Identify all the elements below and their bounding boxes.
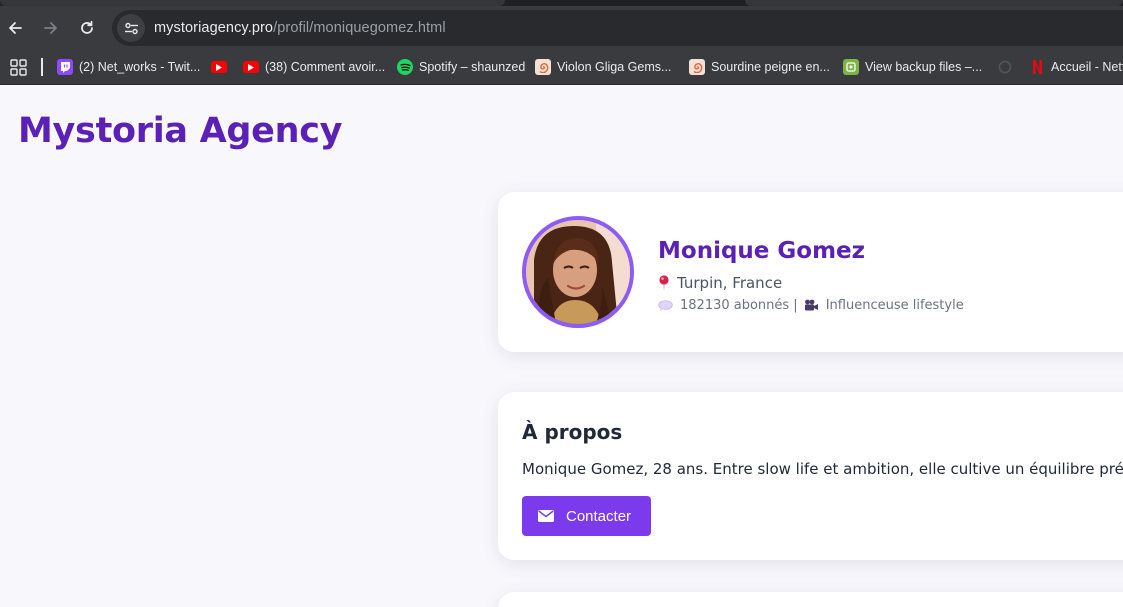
bookmark-spotify[interactable]: Spotify – shaunzed — [397, 56, 525, 78]
bookmark-youtube-video[interactable]: (38) Comment avoir... — [243, 56, 385, 78]
followers-count: 182130 abonnés | — [680, 298, 798, 313]
address-bar[interactable]: mystoriagency.pro/profil/moniquegomez.ht… — [112, 10, 1123, 46]
location-text: Turpin, France — [677, 274, 783, 292]
bookmarks-bar: (2) Net_works - Twit... (38) Comment avo… — [0, 50, 1123, 85]
browser-toolbar: mystoriagency.pro/profil/moniquegomez.ht… — [0, 6, 1123, 50]
twitch-icon — [57, 59, 73, 75]
backup-icon — [843, 59, 859, 75]
forward-button[interactable] — [37, 12, 65, 44]
profile-stats: 182130 abonnés | Influenceuse lifestyle — [658, 298, 964, 313]
tune-icon — [124, 22, 138, 34]
contact-button[interactable]: Contacter — [522, 496, 651, 536]
next-card — [498, 592, 1123, 607]
back-arrow-icon — [9, 22, 22, 34]
bookmark-label: (2) Net_works - Twit... — [79, 60, 201, 74]
apps-grid-icon[interactable] — [10, 59, 27, 76]
bookmark-violon[interactable]: Violon Gliga Gems... — [535, 56, 671, 78]
back-button[interactable] — [1, 12, 29, 44]
netflix-icon — [1029, 59, 1045, 75]
spiral-icon — [535, 59, 551, 75]
profile-location: Turpin, France — [658, 274, 782, 292]
brand-logo[interactable]: Mystoria Agency — [18, 111, 342, 151]
bookmark-youtube[interactable] — [211, 56, 233, 78]
site-info-button[interactable] — [117, 14, 145, 42]
spiral-icon — [689, 59, 705, 75]
url-text[interactable]: mystoriagency.pro/profil/moniquegomez.ht… — [154, 20, 446, 36]
contact-label: Contacter — [566, 507, 632, 525]
reload-button[interactable] — [73, 12, 101, 44]
bookmark-label: (38) Comment avoir... — [265, 60, 386, 74]
bookmark-label: View backup files –... — [865, 60, 983, 74]
about-card: À propos Monique Gomez, 28 ans. Entre sl… — [498, 392, 1123, 560]
avatar — [522, 216, 634, 328]
loading-icon — [997, 59, 1013, 75]
spotify-icon — [397, 59, 413, 75]
bookmark-netflix[interactable]: Accueil - Netf — [1029, 56, 1123, 78]
youtube-icon — [211, 61, 227, 73]
envelope-icon — [538, 510, 554, 522]
bookmark-loading[interactable] — [997, 56, 1019, 78]
profile-name: Monique Gomez — [658, 238, 866, 264]
bookmark-twitch[interactable]: (2) Net_works - Twit... — [57, 56, 200, 78]
youtube-icon — [243, 61, 259, 73]
bookmark-label: Accueil - Netf — [1051, 60, 1123, 74]
category-text: Influenceuse lifestyle — [825, 298, 964, 313]
reload-icon — [81, 20, 93, 34]
about-text: Monique Gomez, 28 ans. Entre slow life e… — [522, 460, 1123, 478]
bookmark-sourdine[interactable]: Sourdine peigne en... — [689, 56, 830, 78]
bookmark-label: Violon Gliga Gems... — [557, 60, 672, 74]
forward-arrow-icon — [44, 22, 57, 34]
bookmark-label: Sourdine peigne en... — [711, 60, 830, 74]
speech-bubble-icon — [658, 299, 673, 312]
bookmarks-separator — [41, 58, 43, 76]
page-content: Mystoria Agency Monique Gomez Turpin, Fr… — [0, 86, 1123, 607]
profile-card: Monique Gomez Turpin, France 182130 abon… — [498, 192, 1123, 352]
bookmark-label: Spotify – shaunzed — [419, 60, 526, 74]
pin-icon — [658, 275, 670, 291]
bookmark-backup[interactable]: View backup files –... — [843, 56, 982, 78]
url-host: mystoriagency.pro — [154, 20, 274, 36]
url-path: /profil/moniquegomez.html — [273, 20, 446, 36]
video-camera-icon — [804, 299, 819, 312]
about-title: À propos — [522, 420, 623, 444]
